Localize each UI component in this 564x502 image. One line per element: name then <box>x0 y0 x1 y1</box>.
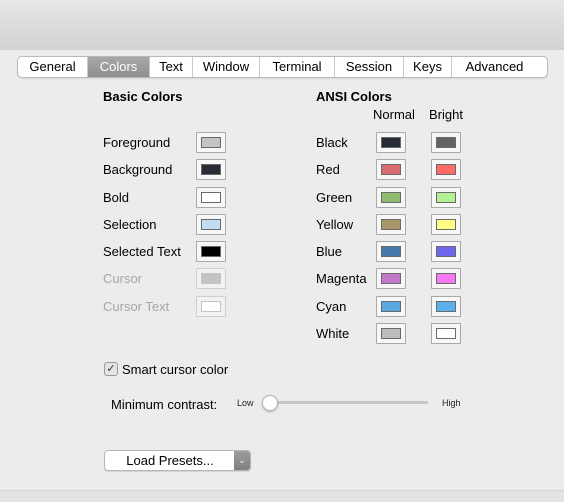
basic-bold-color-well[interactable] <box>196 187 226 208</box>
color-swatch <box>381 301 401 312</box>
ansi-cyan-normal-color-well[interactable] <box>376 296 406 317</box>
ansi-blue-label: Blue <box>316 244 343 259</box>
smart-cursor-color-checkbox[interactable]: ✓ <box>104 362 118 376</box>
color-swatch <box>436 273 456 284</box>
tab-general[interactable]: General <box>18 57 88 77</box>
basic-cursor-text-color-well <box>196 296 226 317</box>
window-titlebar <box>0 0 564 51</box>
minimum-contrast-high-label: High <box>442 398 461 408</box>
ansi-colors-heading: ANSI Colors <box>316 89 392 104</box>
tab-advanced[interactable]: Advanced <box>452 57 537 77</box>
ansi-magenta-normal-color-well[interactable] <box>376 268 406 289</box>
ansi-magenta-bright-color-well[interactable] <box>431 268 461 289</box>
basic-background-label: Background <box>103 162 173 177</box>
color-swatch <box>436 164 456 175</box>
basic-background-color-well[interactable] <box>196 159 226 180</box>
color-swatch <box>201 137 221 148</box>
tab-text[interactable]: Text <box>150 57 193 77</box>
basic-selection-color-well[interactable] <box>196 214 226 235</box>
basic-foreground-color-well[interactable] <box>196 132 226 153</box>
ansi-red-normal-color-well[interactable] <box>376 159 406 180</box>
tab-terminal[interactable]: Terminal <box>260 57 335 77</box>
ansi-black-bright-color-well[interactable] <box>431 132 461 153</box>
color-swatch <box>381 246 401 257</box>
ansi-yellow-label: Yellow <box>316 217 354 232</box>
ansi-yellow-normal-color-well[interactable] <box>376 214 406 235</box>
color-swatch <box>381 219 401 230</box>
minimum-contrast-slider-knob[interactable] <box>262 395 278 411</box>
ansi-bright-column-header: Bright <box>429 107 463 122</box>
ansi-white-label: White <box>316 326 350 341</box>
color-swatch <box>436 301 456 312</box>
color-swatch <box>201 164 221 175</box>
basic-selected-text-color-well[interactable] <box>196 241 226 262</box>
color-swatch <box>436 328 456 339</box>
color-swatch <box>436 192 456 203</box>
color-swatch <box>436 219 456 230</box>
color-swatch <box>381 273 401 284</box>
basic-colors-heading: Basic Colors <box>103 89 183 104</box>
ansi-cyan-label: Cyan <box>316 299 347 314</box>
ansi-black-normal-color-well[interactable] <box>376 132 406 153</box>
minimum-contrast-slider-track[interactable] <box>262 401 428 404</box>
color-swatch <box>201 273 221 284</box>
color-swatch <box>201 219 221 230</box>
ansi-cyan-bright-color-well[interactable] <box>431 296 461 317</box>
basic-cursor-color-well <box>196 268 226 289</box>
tab-keys[interactable]: Keys <box>404 57 452 77</box>
ansi-green-label: Green <box>316 190 353 205</box>
color-swatch <box>381 137 401 148</box>
basic-bold-label: Bold <box>103 190 130 205</box>
ansi-blue-normal-color-well[interactable] <box>376 241 406 262</box>
color-swatch <box>381 192 401 203</box>
tab-session[interactable]: Session <box>335 57 404 77</box>
color-swatch <box>201 246 221 257</box>
preferences-panel <box>0 50 564 490</box>
ansi-blue-bright-color-well[interactable] <box>431 241 461 262</box>
smart-cursor-color-label: Smart cursor color <box>122 362 229 377</box>
color-swatch <box>436 246 456 257</box>
load-presets-popup-button[interactable]: Load Presets... ⌄ <box>104 450 251 471</box>
window-bottom-edge <box>0 490 564 502</box>
ansi-normal-column-header: Normal <box>373 107 415 122</box>
color-swatch <box>381 328 401 339</box>
color-swatch <box>436 137 456 148</box>
ansi-white-normal-color-well[interactable] <box>376 323 406 344</box>
tab-colors[interactable]: Colors <box>88 57 150 77</box>
ansi-green-bright-color-well[interactable] <box>431 187 461 208</box>
basic-foreground-label: Foreground <box>103 135 171 150</box>
tab-window[interactable]: Window <box>193 57 260 77</box>
ansi-black-label: Black <box>316 135 348 150</box>
ansi-green-normal-color-well[interactable] <box>376 187 406 208</box>
basic-selection-label: Selection <box>103 217 157 232</box>
basic-cursor-text-label: Cursor Text <box>103 299 170 314</box>
color-swatch <box>381 164 401 175</box>
preferences-tab-bar: General Colors Text Window Terminal Session Ke… <box>17 56 548 78</box>
minimum-contrast-label: Minimum contrast: <box>111 397 218 412</box>
ansi-yellow-bright-color-well[interactable] <box>431 214 461 235</box>
basic-cursor-label: Cursor <box>103 271 143 286</box>
ansi-white-bright-color-well[interactable] <box>431 323 461 344</box>
chevron-down-icon: ⌄ <box>234 451 250 470</box>
ansi-red-label: Red <box>316 162 340 177</box>
color-swatch <box>201 192 221 203</box>
minimum-contrast-low-label: Low <box>237 398 254 408</box>
ansi-red-bright-color-well[interactable] <box>431 159 461 180</box>
ansi-magenta-label: Magenta <box>316 271 367 286</box>
color-swatch <box>201 301 221 312</box>
load-presets-label: Load Presets... <box>126 453 214 468</box>
basic-selected-text-label: Selected Text <box>103 244 181 259</box>
